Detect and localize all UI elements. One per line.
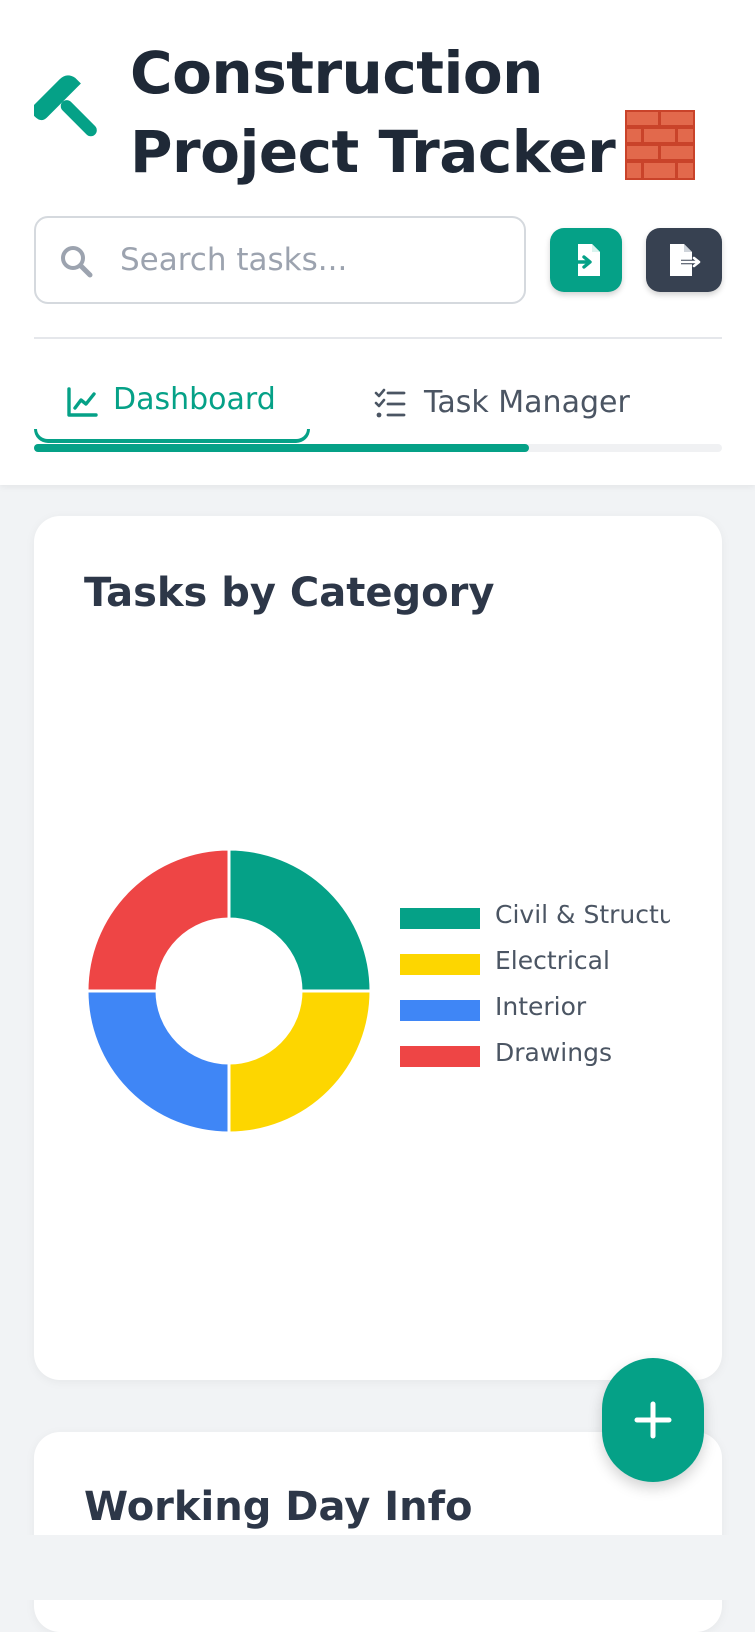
task-list-icon	[374, 388, 406, 418]
page-title-text: Construction Project Tracker	[130, 39, 616, 186]
file-export-icon	[670, 244, 701, 276]
tasks-by-category-card: Tasks by Category Civil & Structu Electri…	[34, 516, 722, 1380]
page-title: Construction Project Tracker	[130, 36, 730, 189]
brick-icon	[625, 110, 696, 180]
donut-slice-1[interactable]	[227, 847, 373, 993]
legend-label: Drawings	[495, 1038, 612, 1067]
legend-item[interactable]: Civil & Structu	[400, 900, 670, 946]
legend-swatch	[400, 1000, 480, 1021]
search-input[interactable]	[120, 232, 510, 288]
tab-dashboard-label: Dashboard	[113, 382, 276, 417]
tab-task-manager[interactable]: Task Manager	[350, 372, 680, 442]
card-title: Tasks by Category	[84, 570, 495, 616]
card-title: Working Day Info	[84, 1484, 473, 1530]
add-task-button[interactable]	[602, 1358, 704, 1482]
active-tab-indicator	[34, 429, 310, 443]
plus-icon	[634, 1401, 672, 1439]
header-divider	[34, 337, 722, 339]
category-donut-chart[interactable]	[84, 846, 374, 1136]
legend-item[interactable]: Interior	[400, 992, 670, 1038]
donut-slice-3[interactable]	[85, 989, 231, 1135]
donut-slice-4[interactable]	[85, 847, 231, 993]
export-button[interactable]	[646, 228, 722, 292]
legend-swatch	[400, 908, 480, 929]
legend-swatch	[400, 954, 480, 975]
tab-task-manager-label: Task Manager	[424, 385, 630, 420]
hammer-icon	[34, 75, 97, 137]
legend-item[interactable]: Drawings	[400, 1038, 670, 1084]
legend-label: Electrical	[495, 946, 610, 975]
search-box[interactable]	[34, 216, 526, 304]
import-button[interactable]	[550, 228, 622, 292]
chart-legend: Civil & Structu Electrical Interior Drawing…	[400, 900, 670, 1084]
donut-slice-2[interactable]	[227, 989, 373, 1135]
search-icon	[61, 246, 93, 278]
legend-swatch	[400, 1046, 480, 1067]
tab-scroll-thumb[interactable]	[34, 444, 529, 452]
legend-label: Civil & Structu	[495, 900, 670, 929]
chart-line-icon	[67, 387, 98, 417]
legend-item[interactable]: Electrical	[400, 946, 670, 992]
legend-label: Interior	[495, 992, 587, 1021]
title-row: Construction Project Tracker	[34, 36, 724, 186]
page-bottom-area	[0, 1535, 755, 1600]
app-header: Construction Project Tracker Search task…	[0, 0, 755, 485]
file-import-icon	[571, 244, 600, 276]
